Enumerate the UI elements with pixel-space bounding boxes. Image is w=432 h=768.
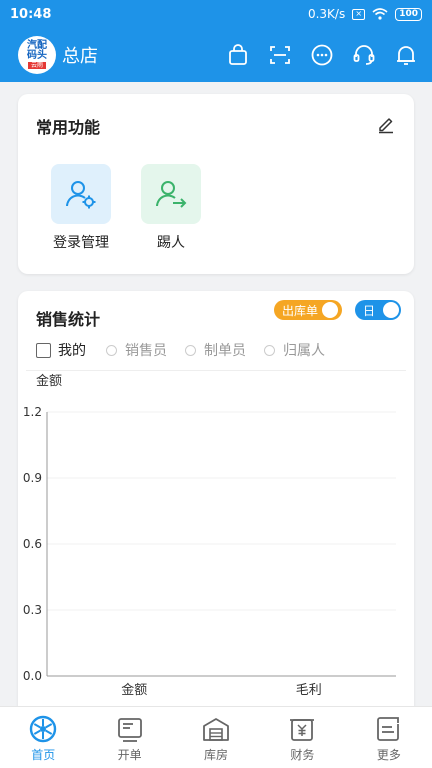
doc-type-knob xyxy=(322,302,339,318)
network-speed: 0.3K/s xyxy=(307,7,346,21)
y-tick-label: 0.6 xyxy=(23,537,42,551)
battery-icon: 100 xyxy=(395,7,422,21)
doc-type-label: 出库单 xyxy=(282,303,319,318)
header-actions xyxy=(226,43,418,67)
tab-warehouse-label: 库房 xyxy=(204,748,229,762)
kick-user-tile xyxy=(141,164,201,224)
period-label: 日 xyxy=(363,303,376,318)
y-tick-label: 1.2 xyxy=(23,405,42,419)
filter-salesperson[interactable]: 销售员 xyxy=(106,340,167,360)
user-settings-icon xyxy=(66,181,96,209)
app-logo: 汽配 码头 云雨 xyxy=(18,36,56,74)
common-functions-title: 常用功能 xyxy=(36,118,101,137)
tab-finance-label: 财务 xyxy=(290,748,315,762)
salesperson-label: 销售员 xyxy=(125,343,167,359)
y-tick-label: 0.9 xyxy=(23,471,42,485)
creator-radio[interactable] xyxy=(185,344,196,356)
more-icon xyxy=(375,715,403,743)
scan-icon[interactable] xyxy=(268,43,292,67)
me-label: 我的 xyxy=(58,343,86,359)
login-management-tile xyxy=(51,164,111,224)
filter-owner[interactable]: 归属人 xyxy=(264,340,325,360)
bag-icon[interactable] xyxy=(226,43,250,67)
common-functions-card: 常用功能 登录管理 踢人 xyxy=(18,94,414,274)
order-icon xyxy=(116,715,144,743)
creator-label: 制单员 xyxy=(204,343,246,359)
status-time: 10:48 xyxy=(10,6,52,22)
period-knob xyxy=(383,302,399,318)
func-kick-user[interactable]: 踢人 xyxy=(136,164,206,252)
headset-icon[interactable] xyxy=(352,43,376,67)
me-checkbox[interactable] xyxy=(36,342,51,358)
sales-chart: 金额1.20.90.60.30.0金额 毛利 xyxy=(23,373,396,698)
filter-creator[interactable]: 制单员 xyxy=(185,340,246,360)
store-name[interactable]: 总店 xyxy=(62,42,98,68)
x-tick-label: 毛利 xyxy=(296,683,322,698)
doc-type-toggle[interactable]: 出库单 xyxy=(274,300,342,320)
app-header: 汽配 码头 云雨 总店 xyxy=(0,28,432,82)
func-login-management[interactable]: 登录管理 xyxy=(46,164,116,252)
sim-icon: × xyxy=(352,8,366,20)
chat-icon[interactable] xyxy=(310,43,334,67)
tab-more-label: 更多 xyxy=(376,748,401,762)
y-tick-label: 0.3 xyxy=(23,603,42,617)
salesperson-radio[interactable] xyxy=(106,344,117,356)
wifi-icon xyxy=(372,8,388,20)
owner-radio[interactable] xyxy=(264,344,275,356)
tab-warehouse[interactable]: 库房 xyxy=(173,707,259,768)
bottom-tab-bar: 首页 开单 库房 财务 更多 xyxy=(0,706,432,768)
status-right: 0.3K/s × 100 xyxy=(308,7,422,21)
tab-home[interactable]: 首页 xyxy=(0,707,86,768)
y-axis-label: 金额 xyxy=(36,373,62,389)
user-kick-icon xyxy=(156,181,187,208)
sales-stats-title: 销售统计 xyxy=(36,310,101,329)
finance-icon xyxy=(288,715,316,743)
period-toggle[interactable]: 日 xyxy=(355,300,401,320)
home-wheel-icon xyxy=(29,715,57,743)
status-bar: 10:48 0.3K/s × 100 xyxy=(0,0,432,28)
tab-home-label: 首页 xyxy=(31,748,56,762)
x-tick-label: 金额 xyxy=(121,682,147,698)
tab-more[interactable]: 更多 xyxy=(346,707,432,768)
tab-order-label: 开单 xyxy=(117,748,142,762)
kick-user-label: 踢人 xyxy=(157,235,185,251)
owner-label: 归属人 xyxy=(283,343,325,359)
y-tick-label: 0.0 xyxy=(23,669,42,683)
tab-order[interactable]: 开单 xyxy=(86,707,172,768)
sales-filters: 我的 销售员 制单员 归属人 xyxy=(36,340,343,360)
edit-icon[interactable] xyxy=(376,114,396,134)
logo-sub: 云雨 xyxy=(27,62,46,69)
warehouse-icon xyxy=(202,715,230,743)
sales-stats-card: 销售统计 出库单 日 我的 销售员 制单员 归属人 金额 1.2 0.9 0.6 0.3… xyxy=(18,291,414,721)
logo-text-2: 码头 xyxy=(27,50,47,61)
login-management-label: 登录管理 xyxy=(53,235,109,251)
bell-icon[interactable] xyxy=(394,43,418,67)
tab-finance[interactable]: 财务 xyxy=(259,707,345,768)
